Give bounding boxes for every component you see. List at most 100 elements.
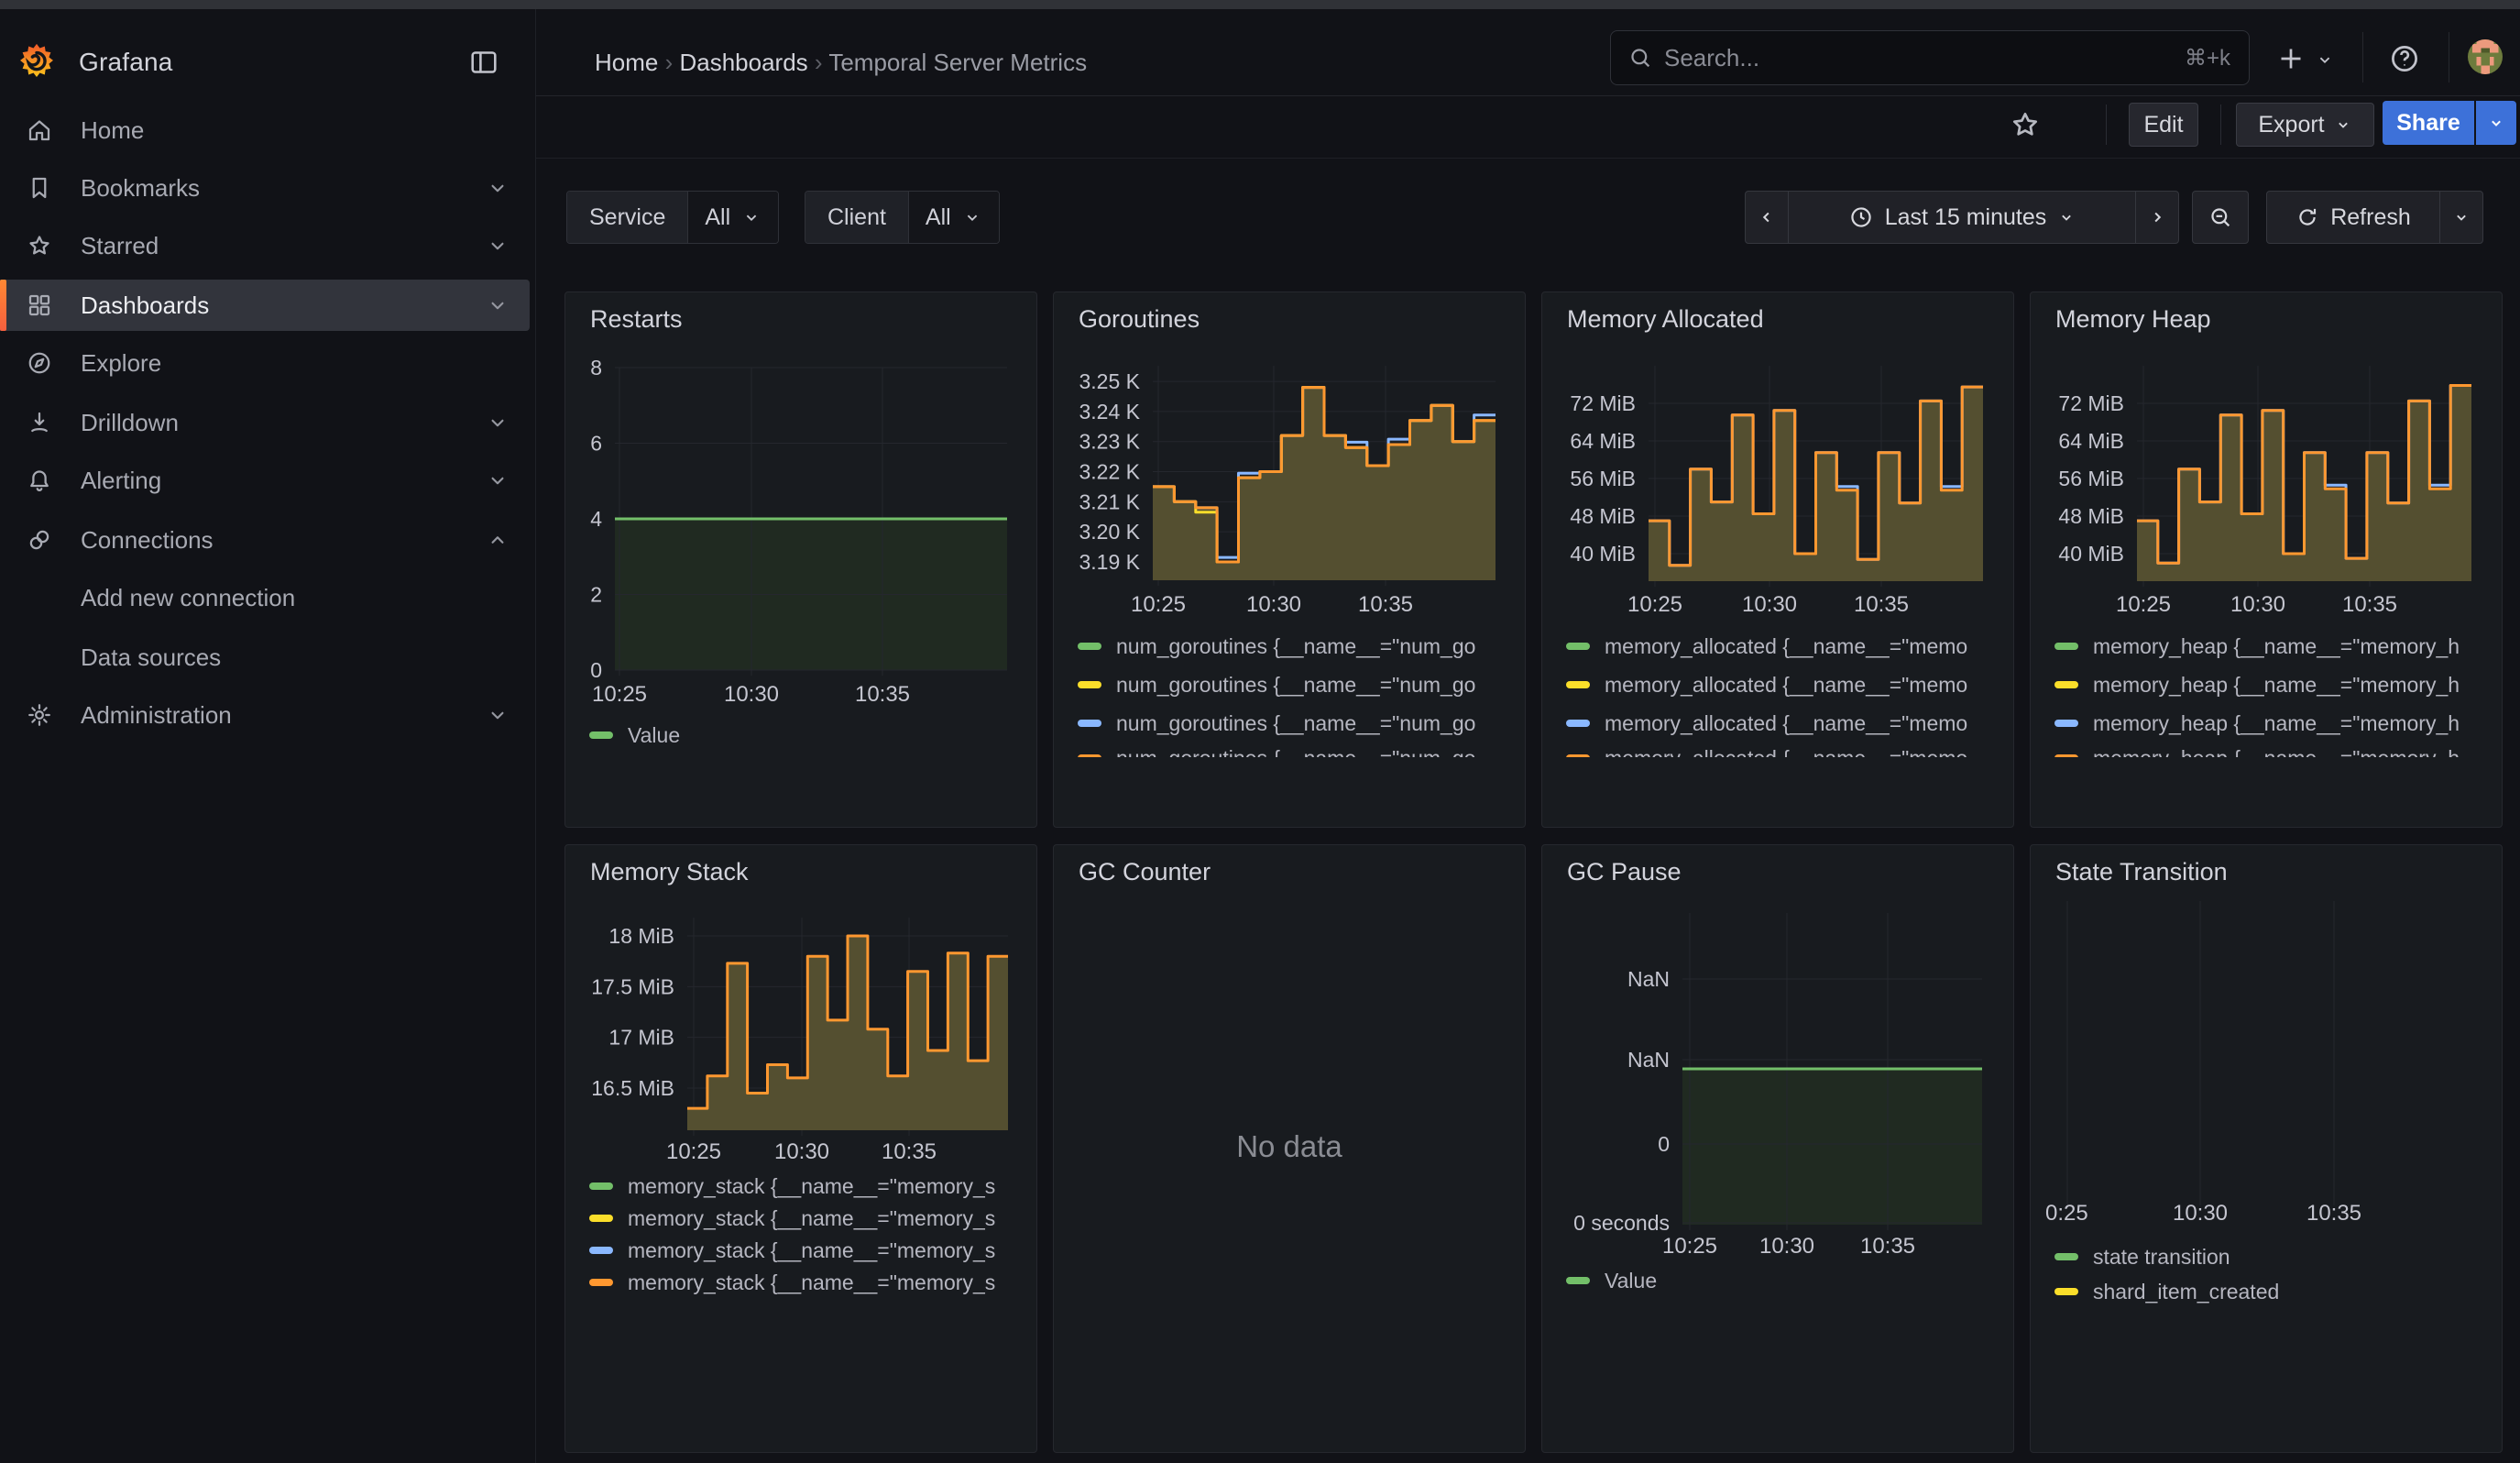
legend-item[interactable]: memory_stack {__name__="memory_s bbox=[589, 1205, 1014, 1231]
time-back-button[interactable] bbox=[1745, 191, 1789, 244]
svg-text:10:30: 10:30 bbox=[1742, 592, 1797, 617]
svg-text:6: 6 bbox=[590, 432, 602, 456]
sidebar-item-connections[interactable]: Connections bbox=[0, 514, 530, 566]
connections-icon bbox=[26, 526, 55, 554]
legend-item[interactable]: Value bbox=[589, 722, 1014, 748]
legend-item[interactable]: memory_allocated {__name__="memo bbox=[1566, 633, 1991, 659]
sidebar-item-alerting[interactable]: Alerting bbox=[0, 455, 530, 506]
grid-icon bbox=[26, 292, 55, 319]
legend-item[interactable]: num_goroutines {__name__="num_go bbox=[1078, 633, 1503, 659]
help-icon[interactable] bbox=[2388, 42, 2421, 75]
legend-item[interactable]: memory_heap {__name__="memory_h bbox=[2054, 672, 2480, 698]
sidebar-item-bookmarks[interactable]: Bookmarks bbox=[0, 162, 530, 214]
legend-label: memory_heap {__name__="memory_h bbox=[2093, 634, 2460, 659]
panel-memory-heap[interactable]: Memory Heap72 MiB64 MiB56 MiB48 MiB40 Mi… bbox=[2030, 292, 2503, 828]
svg-text:10:25: 10:25 bbox=[592, 682, 647, 707]
sidebar-item-home[interactable]: Home bbox=[0, 104, 530, 156]
header-border bbox=[535, 95, 2520, 96]
chart-memory-stack[interactable]: 18 MiB17.5 MiB17 MiB16.5 MiB10:2510:3010… bbox=[565, 845, 1038, 1454]
legend-item[interactable]: num_goroutines {__name__="num_go bbox=[1078, 745, 1503, 757]
legend-label: shard_item_created bbox=[2093, 1280, 2279, 1304]
legend-item[interactable]: memory_heap {__name__="memory_h bbox=[2054, 633, 2480, 659]
panel-gc-counter[interactable]: GC CounterNo data bbox=[1053, 844, 1526, 1453]
svg-text:10:35: 10:35 bbox=[1860, 1234, 1915, 1259]
avatar[interactable] bbox=[2468, 39, 2503, 74]
legend-item[interactable]: memory_stack {__name__="memory_s bbox=[589, 1270, 1014, 1295]
service-filter-value[interactable]: All bbox=[688, 192, 778, 243]
chart-restarts[interactable]: 8642010:2510:3010:35 bbox=[565, 292, 1038, 829]
svg-text:10:35: 10:35 bbox=[1854, 592, 1909, 617]
breadcrumb-home[interactable]: Home bbox=[595, 49, 658, 76]
active-indicator bbox=[0, 280, 6, 331]
sidebar-item-label: Home bbox=[81, 116, 144, 145]
svg-text:10:30: 10:30 bbox=[2230, 592, 2285, 617]
sidebar-item-data-sources[interactable]: Data sources bbox=[0, 632, 530, 683]
legend-item[interactable]: Value bbox=[1566, 1268, 1991, 1293]
legend-item[interactable]: state transition bbox=[2054, 1244, 2480, 1270]
breadcrumb-dashboards[interactable]: Dashboards bbox=[679, 49, 807, 76]
share-button[interactable]: Share bbox=[2383, 101, 2474, 145]
legend-item[interactable]: memory_allocated {__name__="memo bbox=[1566, 672, 1991, 698]
sidebar-item-label: Bookmarks bbox=[81, 174, 200, 203]
legend-item[interactable]: memory_stack {__name__="memory_s bbox=[589, 1173, 1014, 1199]
breadcrumb-current: Temporal Server Metrics bbox=[828, 49, 1087, 76]
no-data-message: No data bbox=[1054, 1129, 1525, 1164]
svg-text:3.21 K: 3.21 K bbox=[1079, 490, 1141, 513]
sidebar-item-starred[interactable]: Starred bbox=[0, 220, 530, 271]
panel-gc-pause[interactable]: GC PauseNaNNaN00 seconds10:2510:3010:35V… bbox=[1541, 844, 2014, 1453]
search-box[interactable]: ⌘+k bbox=[1610, 30, 2250, 85]
client-filter-value[interactable]: All bbox=[909, 192, 999, 243]
panel-memory-stack[interactable]: Memory Stack18 MiB17.5 MiB17 MiB16.5 MiB… bbox=[564, 844, 1037, 1453]
sidebar-item-dashboards[interactable]: Dashboards bbox=[0, 280, 530, 331]
add-chevron-down-icon[interactable] bbox=[2315, 50, 2335, 70]
legend-label: Value bbox=[1605, 1269, 1657, 1293]
legend-item[interactable]: shard_item_created bbox=[2054, 1279, 2480, 1304]
svg-text:0 seconds: 0 seconds bbox=[1573, 1211, 1670, 1235]
refresh-interval-button[interactable] bbox=[2439, 191, 2483, 244]
svg-text:10:25: 10:25 bbox=[1662, 1234, 1717, 1259]
chart-state-transition[interactable]: 0:2510:3010:35 bbox=[2031, 845, 2504, 1454]
share-chevron-button[interactable] bbox=[2476, 101, 2516, 145]
legend-item[interactable]: memory_heap {__name__="memory_h bbox=[2054, 710, 2480, 736]
time-range-picker[interactable]: Last 15 minutes bbox=[1788, 191, 2136, 244]
grafana-app: Grafana Home › Dashboards › Temporal Ser… bbox=[0, 0, 2520, 1463]
client-filter[interactable]: Client All bbox=[805, 191, 1000, 244]
sidebar-item-add-new-connection[interactable]: Add new connection bbox=[0, 572, 530, 623]
refresh-icon bbox=[2295, 205, 2319, 229]
chevron-down-icon bbox=[486, 703, 509, 727]
service-filter[interactable]: Service All bbox=[566, 191, 779, 244]
legend-swatch bbox=[589, 1247, 613, 1254]
panel-memory-allocated[interactable]: Memory Allocated72 MiB64 MiB56 MiB48 MiB… bbox=[1541, 292, 2014, 828]
panel-title: GC Pause bbox=[1567, 858, 1682, 886]
legend-item[interactable]: num_goroutines {__name__="num_go bbox=[1078, 710, 1503, 736]
bookmark-icon bbox=[26, 174, 55, 202]
export-button[interactable]: Export bbox=[2236, 103, 2374, 147]
search-input[interactable] bbox=[1662, 43, 2185, 73]
edit-button[interactable]: Edit bbox=[2129, 103, 2198, 147]
legend-item[interactable]: memory_heap {__name__="memory_h bbox=[2054, 745, 2480, 757]
favorite-star-icon[interactable] bbox=[2009, 108, 2042, 141]
zoom-out-button[interactable] bbox=[2192, 191, 2249, 244]
legend-item[interactable]: memory_allocated {__name__="memo bbox=[1566, 710, 1991, 736]
sidebar-collapse-icon[interactable] bbox=[467, 46, 500, 79]
svg-text:3.22 K: 3.22 K bbox=[1079, 460, 1141, 484]
sidebar-item-drilldown[interactable]: Drilldown bbox=[0, 397, 530, 448]
panel-goroutines[interactable]: Goroutines3.25 K3.24 K3.23 K3.22 K3.21 K… bbox=[1053, 292, 1526, 828]
breadcrumb-separator: › bbox=[815, 49, 828, 76]
time-forward-button[interactable] bbox=[2135, 191, 2179, 244]
legend-item[interactable]: memory_allocated {__name__="memo bbox=[1566, 745, 1991, 757]
sidebar-item-label: Alerting bbox=[81, 467, 161, 495]
refresh-button[interactable]: Refresh bbox=[2266, 191, 2440, 244]
add-button[interactable] bbox=[2274, 42, 2307, 75]
panel-restarts[interactable]: Restarts8642010:2510:3010:35Value bbox=[564, 292, 1037, 828]
chart-gc-pause[interactable]: NaNNaN00 seconds10:2510:3010:35 bbox=[1542, 845, 2015, 1454]
sidebar-item-administration[interactable]: Administration bbox=[0, 689, 530, 741]
breadcrumb: Home › Dashboards › Temporal Server Metr… bbox=[595, 49, 1087, 77]
panel-state-transition[interactable]: State Transition0:2510:3010:35state tran… bbox=[2030, 844, 2503, 1453]
client-filter-label: Client bbox=[805, 192, 909, 243]
legend-item[interactable]: memory_stack {__name__="memory_s bbox=[589, 1238, 1014, 1263]
legend-label: num_goroutines {__name__="num_go bbox=[1116, 711, 1475, 736]
sidebar-item-explore[interactable]: Explore bbox=[0, 337, 530, 389]
legend-item[interactable]: num_goroutines {__name__="num_go bbox=[1078, 672, 1503, 698]
sidebar-item-label: Explore bbox=[81, 349, 161, 378]
